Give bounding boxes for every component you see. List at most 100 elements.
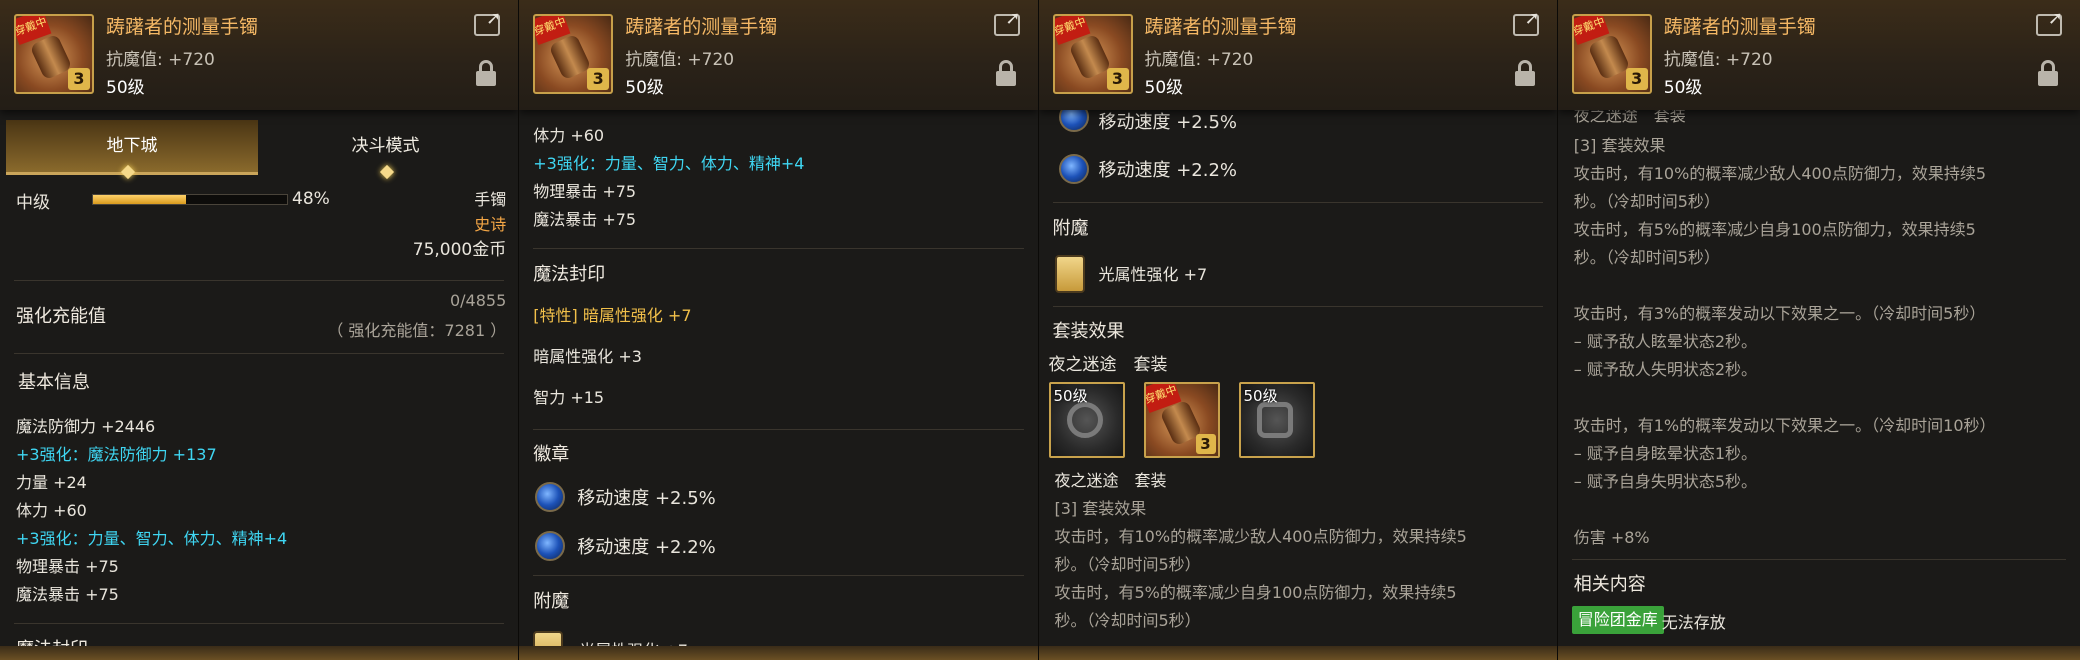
divider bbox=[14, 280, 505, 281]
divider bbox=[533, 429, 1024, 430]
reinforce-badge: 3 bbox=[587, 68, 610, 90]
seal-line: 暗属性强化 +3 bbox=[533, 347, 642, 366]
lock-icon[interactable] bbox=[476, 60, 497, 86]
stat-line: 力量 +24 bbox=[16, 473, 87, 492]
share-icon[interactable] bbox=[993, 8, 1021, 36]
set-effect-line: 攻击时，有3%的概率发动以下效果之一。（冷却时间5秒） bbox=[1573, 304, 1986, 323]
set-effect-heading: 套装效果 bbox=[1052, 321, 1125, 342]
item-magic-resist: 抗魔值: +720 bbox=[106, 50, 215, 70]
set-effect-line: 秒。（冷却时间5秒） bbox=[1054, 611, 1201, 630]
bracelet-item-icon: 穿戴中 3 bbox=[14, 14, 94, 94]
enchant-stat: 光属性强化 +7 bbox=[1098, 265, 1208, 284]
set-name: 夜之迷途 套装 bbox=[1054, 471, 1167, 490]
set-item-slot[interactable]: 穿戴中 3 bbox=[1143, 382, 1220, 458]
damage-line: 伤害 +8% bbox=[1573, 528, 1650, 547]
set-effect-line: – 赋予自身眩晕状态1秒。 bbox=[1573, 444, 1758, 463]
item-name: 踌躇者的测量手镯 bbox=[1144, 16, 1297, 38]
bracelet-item-icon: 穿戴中 3 bbox=[1052, 14, 1133, 94]
lock-icon[interactable] bbox=[1514, 60, 1535, 86]
grade-progress-bar bbox=[92, 194, 288, 205]
blue-emblem-icon bbox=[535, 531, 566, 561]
enchant-card-icon bbox=[1054, 255, 1085, 293]
tooltip-body: 夜之迷途 套装 [3] 套装效果 攻击时，有10%的概率减少敌人400点防御力，… bbox=[1557, 110, 2080, 660]
reinforce-detail: （ 强化充能值：7281 ） bbox=[327, 321, 507, 340]
tooltip-body: 移动速度 +2.5% 移动速度 +2.2% 附魔 光属性强化 +7 套装效果 夜… bbox=[1038, 110, 1557, 660]
divider bbox=[14, 353, 505, 354]
lock-icon[interactable] bbox=[2038, 60, 2058, 86]
item-magic-resist: 抗魔值: +720 bbox=[1663, 50, 1773, 70]
lock-icon[interactable] bbox=[995, 60, 1016, 86]
tooltip-body: 地下城 决斗模式 中级 48% 手镯 史诗 75,000金币 强化充能值 0/4… bbox=[0, 110, 519, 660]
set-effect-line: 攻击时，有1%的概率发动以下效果之一。（冷却时间10秒） bbox=[1573, 416, 1996, 435]
enchant-heading: 附魔 bbox=[533, 591, 570, 612]
emblem-stat: 移动速度 +2.2% bbox=[1098, 160, 1238, 181]
share-icon[interactable] bbox=[2036, 8, 2063, 36]
set-items-row: 50级 穿戴中 3 50级 bbox=[1048, 382, 1349, 458]
stat-line: 物理暴击 +75 bbox=[533, 182, 637, 201]
divider bbox=[1571, 559, 2066, 560]
reinforce-badge: 3 bbox=[1106, 68, 1129, 90]
grade-progress-fill bbox=[93, 195, 187, 204]
enchant-stat: 光属性强化 +7 bbox=[579, 641, 688, 660]
divider bbox=[14, 623, 505, 624]
reinforce-badge: 3 bbox=[1195, 434, 1216, 454]
storage-status: 无法存放 bbox=[1661, 613, 1726, 632]
set-effect-title: [3] 套装效果 bbox=[1054, 499, 1147, 518]
share-icon[interactable] bbox=[474, 8, 501, 36]
stat-line: 魔法防御力 +2446 bbox=[16, 417, 156, 436]
set-effect-line: – 赋予敌人眩晕状态2秒。 bbox=[1573, 332, 1758, 351]
stat-line: +3强化：力量、智力、体力、精神+4 bbox=[533, 154, 805, 173]
set-effect-line: 攻击时，有5%的概率减少自身100点防御力，效果持续5 bbox=[1573, 220, 1976, 239]
stat-line: 体力 +60 bbox=[16, 501, 87, 520]
item-name: 踌躇者的测量手镯 bbox=[106, 16, 259, 38]
tooltip-body: 体力 +60 +3强化：力量、智力、体力、精神+4 物理暴击 +75 魔法暴击 … bbox=[519, 110, 1038, 660]
tab-dungeon[interactable]: 地下城 bbox=[6, 120, 258, 175]
set-effect-line: 攻击时，有10%的概率减少敌人400点防御力，效果持续5 bbox=[1054, 527, 1467, 546]
seal-trait: [特性] 暗属性强化 +7 bbox=[533, 306, 692, 325]
tab-pvp[interactable]: 决斗模式 bbox=[258, 120, 513, 172]
account-vault-badge: 冒险团金库 bbox=[1571, 606, 1664, 634]
blue-emblem-icon bbox=[1058, 110, 1089, 132]
emblem-stat: 移动速度 +2.5% bbox=[577, 488, 716, 509]
reinforce-label: 强化充能值 bbox=[16, 306, 106, 327]
item-name: 踌躇者的测量手镯 bbox=[1663, 16, 1816, 38]
item-header: 穿戴中 3 踌躇者的测量手镯 抗魔值: +720 50级 bbox=[0, 0, 519, 110]
stat-line: 魔法暴击 +75 bbox=[533, 210, 637, 229]
emblem-heading: 徽章 bbox=[533, 444, 570, 465]
bracelet-item-icon: 穿戴中 3 bbox=[1571, 14, 1652, 94]
stat-line: +3强化：魔法防御力 +137 bbox=[16, 445, 217, 464]
set-effect-line: 攻击时，有10%的概率减少敌人400点防御力，效果持续5 bbox=[1573, 164, 1987, 183]
set-effect-line: 秒。（冷却时间5秒） bbox=[1054, 555, 1201, 574]
tooltip-panel-1: 穿戴中 3 踌躇者的测量手镯 抗魔值: +720 50级 地下城 决斗模式 中级… bbox=[0, 0, 520, 660]
stat-line: 体力 +60 bbox=[533, 126, 605, 145]
item-type: 手镯 bbox=[474, 190, 507, 209]
set-item-slot[interactable]: 50级 bbox=[1238, 382, 1315, 458]
tooltip-panel-2: 穿戴中 3 踌躇者的测量手镯 抗魔值: +720 50级 体力 +60 +3强化… bbox=[519, 0, 1039, 660]
reinforce-badge: 3 bbox=[68, 68, 90, 90]
set-effect-line: 秒。（冷却时间5秒） bbox=[1573, 192, 1720, 211]
bracelet-item-icon: 穿戴中 3 bbox=[533, 14, 614, 94]
divider bbox=[533, 575, 1024, 576]
set-slot-level: 50级 bbox=[1243, 387, 1278, 405]
set-slot-level: 50级 bbox=[1053, 387, 1088, 405]
related-heading: 相关内容 bbox=[1573, 574, 1646, 595]
seal-line: 智力 +15 bbox=[533, 388, 605, 407]
set-effect-line: 秒。（冷却时间5秒） bbox=[1573, 248, 1720, 267]
item-level: 50级 bbox=[1663, 78, 1703, 98]
enchant-heading: 附魔 bbox=[1052, 218, 1089, 239]
item-magic-resist: 抗魔值: +720 bbox=[625, 50, 735, 70]
emblem-stat: 移动速度 +2.2% bbox=[577, 537, 716, 558]
necklace-icon bbox=[1256, 402, 1293, 438]
set-name: 夜之迷途 套装 bbox=[1573, 110, 1686, 125]
set-item-slot[interactable]: 50级 bbox=[1048, 382, 1125, 458]
set-effect-title: [3] 套装效果 bbox=[1573, 136, 1666, 155]
share-icon[interactable] bbox=[1512, 8, 1540, 36]
stat-line: +3强化：力量、智力、体力、精神+4 bbox=[16, 529, 288, 548]
set-effect-line: – 赋予敌人失明状态2秒。 bbox=[1573, 360, 1758, 379]
reinforce-badge: 3 bbox=[1625, 68, 1648, 90]
reinforce-value: 0/4855 bbox=[449, 291, 507, 310]
stat-line: 物理暴击 +75 bbox=[16, 557, 119, 576]
grade-percent: 48% bbox=[292, 189, 330, 209]
set-effect-line: 攻击时，有5%的概率减少自身100点防御力，效果持续5 bbox=[1054, 583, 1457, 602]
set-effect-line: – 赋予自身失明状态5秒。 bbox=[1573, 472, 1758, 491]
